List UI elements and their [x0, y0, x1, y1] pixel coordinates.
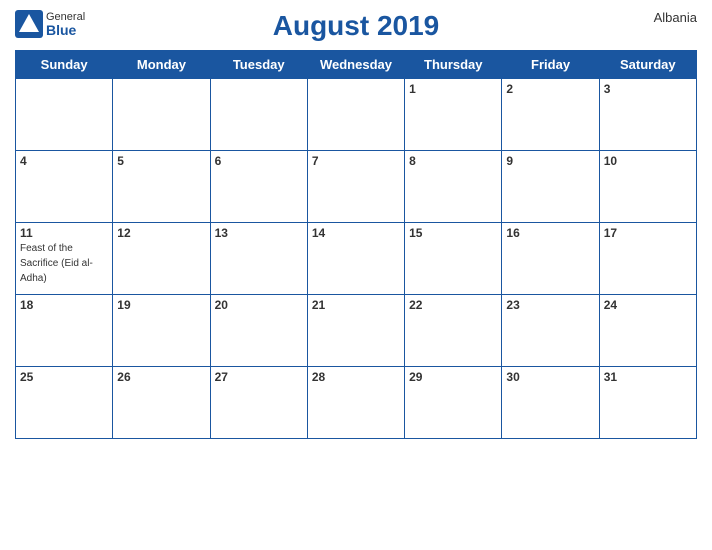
day-number: 13 [215, 226, 303, 240]
weekday-header-tuesday: Tuesday [210, 51, 307, 79]
calendar-cell: 3 [599, 79, 696, 151]
day-number: 23 [506, 298, 594, 312]
weekday-header-monday: Monday [113, 51, 210, 79]
calendar-cell: 12 [113, 223, 210, 295]
calendar-container: General Blue August 2019 Albania SundayM… [0, 0, 712, 550]
weekday-header-friday: Friday [502, 51, 599, 79]
calendar-cell: 21 [307, 295, 404, 367]
calendar-week-row: 11 Feast of the Sacrifice (Eid al-Adha) 12… [16, 223, 697, 295]
day-number: 31 [604, 370, 692, 384]
calendar-cell: 29 [405, 367, 502, 439]
day-number: 11 [20, 226, 108, 240]
weekday-header-wednesday: Wednesday [307, 51, 404, 79]
day-number: 3 [604, 82, 692, 96]
calendar-cell: 10 [599, 151, 696, 223]
day-number: 9 [506, 154, 594, 168]
day-number: 21 [312, 298, 400, 312]
day-number: 20 [215, 298, 303, 312]
day-number: 27 [215, 370, 303, 384]
logo-general-text: General [46, 12, 85, 23]
day-number: 4 [20, 154, 108, 168]
calendar-cell: 8 [405, 151, 502, 223]
day-number: 26 [117, 370, 205, 384]
country-label: Albania [654, 10, 697, 25]
day-number: 7 [312, 154, 400, 168]
calendar-cell: 17 [599, 223, 696, 295]
day-number: 18 [20, 298, 108, 312]
calendar-cell [113, 79, 210, 151]
calendar-cell [210, 79, 307, 151]
calendar-cell: 1 [405, 79, 502, 151]
calendar-table: SundayMondayTuesdayWednesdayThursdayFrid… [15, 50, 697, 439]
logo-icon [15, 10, 43, 38]
calendar-cell: 14 [307, 223, 404, 295]
logo: General Blue [15, 10, 85, 38]
weekday-header-row: SundayMondayTuesdayWednesdayThursdayFrid… [16, 51, 697, 79]
day-number: 19 [117, 298, 205, 312]
calendar-cell: 25 [16, 367, 113, 439]
holiday-text: Feast of the Sacrifice (Eid al-Adha) [20, 243, 93, 284]
calendar-week-row: 123 [16, 79, 697, 151]
calendar-cell: 6 [210, 151, 307, 223]
weekday-header-sunday: Sunday [16, 51, 113, 79]
calendar-cell: 2 [502, 79, 599, 151]
day-number: 5 [117, 154, 205, 168]
calendar-cell: 23 [502, 295, 599, 367]
calendar-cell: 9 [502, 151, 599, 223]
calendar-cell: 27 [210, 367, 307, 439]
calendar-cell [307, 79, 404, 151]
day-number: 15 [409, 226, 497, 240]
day-number: 24 [604, 298, 692, 312]
day-number: 17 [604, 226, 692, 240]
day-number: 29 [409, 370, 497, 384]
day-number: 2 [506, 82, 594, 96]
calendar-week-row: 456789 10 [16, 151, 697, 223]
day-number: 6 [215, 154, 303, 168]
calendar-cell: 19 [113, 295, 210, 367]
calendar-week-row: 25 26 27 28 29 30 31 [16, 367, 697, 439]
calendar-cell: 4 [16, 151, 113, 223]
calendar-cell: 22 [405, 295, 502, 367]
day-number: 10 [604, 154, 692, 168]
calendar-cell: 11 Feast of the Sacrifice (Eid al-Adha) [16, 223, 113, 295]
calendar-cell: 16 [502, 223, 599, 295]
day-number: 30 [506, 370, 594, 384]
calendar-cell: 20 [210, 295, 307, 367]
calendar-cell: 30 [502, 367, 599, 439]
day-number: 25 [20, 370, 108, 384]
calendar-title: August 2019 [273, 10, 440, 42]
day-number: 1 [409, 82, 497, 96]
calendar-cell: 15 [405, 223, 502, 295]
calendar-cell: 31 [599, 367, 696, 439]
day-number: 14 [312, 226, 400, 240]
calendar-cell: 5 [113, 151, 210, 223]
calendar-cell: 24 [599, 295, 696, 367]
weekday-header-thursday: Thursday [405, 51, 502, 79]
day-number: 8 [409, 154, 497, 168]
calendar-cell [16, 79, 113, 151]
calendar-cell: 13 [210, 223, 307, 295]
day-number: 28 [312, 370, 400, 384]
day-number: 22 [409, 298, 497, 312]
calendar-week-row: 18 19 20 21 22 23 24 [16, 295, 697, 367]
calendar-header: General Blue August 2019 Albania [15, 10, 697, 42]
calendar-cell: 26 [113, 367, 210, 439]
calendar-cell: 28 [307, 367, 404, 439]
logo-blue-text: Blue [46, 23, 85, 37]
weekday-header-saturday: Saturday [599, 51, 696, 79]
calendar-cell: 7 [307, 151, 404, 223]
day-number: 16 [506, 226, 594, 240]
day-number: 12 [117, 226, 205, 240]
calendar-cell: 18 [16, 295, 113, 367]
